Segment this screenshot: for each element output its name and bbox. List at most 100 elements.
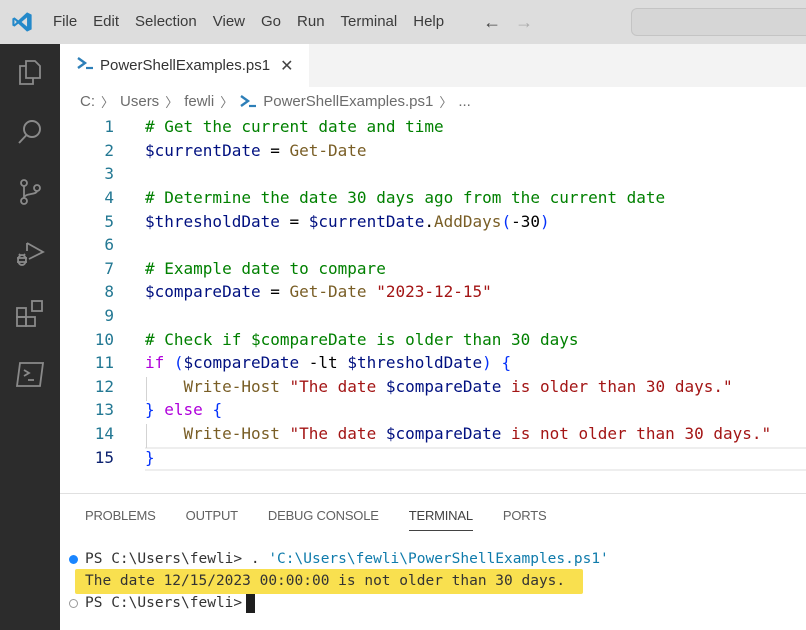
search-icon[interactable] [14, 116, 46, 148]
menu-terminal[interactable]: Terminal [333, 0, 406, 44]
tab-powershellexamples[interactable]: PowerShellExamples.ps1 ✕ [60, 44, 309, 87]
bottom-panel: PROBLEMS OUTPUT DEBUG CONSOLE TERMINAL P… [60, 493, 806, 630]
breadcrumb-item-file[interactable]: PowerShellExamples.ps1 [263, 93, 433, 110]
code-text: $compareDate = Get-Date "2023-12-15" [145, 282, 492, 301]
close-icon[interactable]: ✕ [280, 56, 293, 76]
code-token: is not older than 30 days." [501, 424, 772, 444]
code-token: "The date [289, 424, 386, 444]
line-number: 7 [104, 258, 114, 278]
menu-run[interactable]: Run [289, 0, 333, 44]
code-token: Get-Date [289, 140, 367, 160]
code-token: # Check if $compareDate is older than 30… [145, 329, 579, 349]
code-line[interactable]: 1 # Get the current date and time [60, 115, 806, 139]
line-number: 12 [94, 376, 114, 396]
code-line[interactable]: 6 [60, 233, 806, 257]
line-number: 6 [104, 235, 114, 255]
line-number: 1 [104, 117, 114, 137]
line-number: 3 [104, 164, 114, 184]
code-token: $currentDate [308, 211, 425, 231]
code-token: ( [173, 353, 184, 373]
menu-bar: File Edit Selection View Go Run Terminal… [44, 0, 452, 44]
code-line[interactable]: 8 $compareDate = Get-Date "2023-12-15" [60, 280, 806, 304]
command-success-dot-icon[interactable] [69, 554, 78, 564]
code-text: # Determine the date 30 days ago from th… [145, 188, 665, 207]
code-line[interactable]: 4 # Determine the date 30 days ago from t… [60, 186, 806, 210]
chevron-right-icon: 〉 [220, 94, 234, 110]
terminal-icon[interactable] [14, 358, 46, 390]
code-token: AddDays [434, 211, 502, 231]
code-line[interactable]: 5 $thresholdDate = $currentDate.AddDays(-… [60, 209, 806, 233]
terminal-prompt: PS C:\Users\fewli> [85, 595, 243, 611]
line-number: 11 [94, 353, 114, 373]
chevron-right-icon: 〉 [439, 94, 453, 110]
breadcrumb-item-fewli[interactable]: fewli [184, 93, 214, 110]
code-text: } else { [145, 400, 222, 419]
extensions-icon[interactable] [14, 298, 46, 330]
breadcrumb-item-symbols[interactable]: ... [458, 93, 471, 110]
breadcrumb-item-drive[interactable]: C: [80, 93, 95, 110]
line-number: 10 [94, 329, 114, 349]
code-line[interactable]: 13} else { [60, 398, 806, 422]
command-center-search[interactable] [631, 8, 806, 36]
code-token: { [501, 353, 512, 373]
code-token: } [145, 400, 155, 420]
code-token: "2023-12-15" [376, 282, 492, 302]
code-line[interactable]: 12 Write-Host "The date $compareDate is … [60, 375, 806, 399]
terminal-line: PS C:\Users\fewli> [60, 592, 256, 614]
tab-output[interactable]: OUTPUT [186, 494, 238, 538]
explorer-icon[interactable] [14, 56, 46, 88]
code-token: Write-Host [183, 376, 280, 396]
tab-problems[interactable]: PROBLEMS [85, 494, 156, 538]
code-editor[interactable]: 1 # Get the current date and time 2 $curren… [60, 115, 806, 475]
code-line[interactable]: 14 Write-Host "The date $compareDate is … [60, 422, 806, 446]
menu-go[interactable]: Go [253, 0, 289, 44]
code-token: else [164, 400, 203, 420]
menu-help[interactable]: Help [405, 0, 452, 44]
back-arrow-icon[interactable]: ← [482, 12, 502, 33]
tab-debug-console[interactable]: DEBUG CONSOLE [268, 494, 379, 538]
code-token: is older than 30 days." [501, 376, 733, 396]
run-and-debug-icon[interactable] [14, 238, 46, 270]
line-number: 15 [94, 447, 114, 467]
code-text: $thresholdDate = $currentDate.AddDays(-3… [145, 212, 550, 231]
code-token: } [145, 447, 155, 467]
tab-ports[interactable]: PORTS [503, 494, 547, 538]
code-token: = [260, 140, 290, 160]
code-token: $compareDate [145, 282, 261, 302]
tab-label: PowerShellExamples.ps1 [100, 57, 271, 74]
breadcrumb: C: 〉 Users 〉 fewli 〉 PowerShellExamples.… [60, 87, 806, 115]
menu-selection[interactable]: Selection [127, 0, 205, 44]
code-token: "The date [289, 376, 386, 396]
breadcrumb-item-users[interactable]: Users [120, 93, 159, 110]
code-text: if ($compareDate -lt $thresholdDate) { [145, 353, 511, 372]
line-number: 2 [104, 140, 114, 160]
terminal-output-text: The date 12/15/2023 00:00:00 is not olde… [85, 573, 566, 589]
menu-edit[interactable]: Edit [85, 0, 127, 44]
terminal-command-path: 'C:\Users\fewli\PowerShellExamples.ps1' [268, 551, 609, 567]
source-control-icon[interactable] [14, 176, 46, 208]
code-text: Write-Host "The date $compareDate is old… [145, 377, 733, 396]
code-line[interactable]: 7 # Example date to compare [60, 257, 806, 281]
code-token: . [424, 211, 434, 231]
code-line[interactable]: 2 $currentDate = Get-Date [60, 139, 806, 163]
terminal-line: The date 12/15/2023 00:00:00 is not olde… [85, 570, 565, 592]
code-line[interactable]: 9 [60, 304, 806, 328]
menu-view[interactable]: View [205, 0, 253, 44]
code-line[interactable]: 15} [60, 445, 806, 469]
menu-file[interactable]: File [44, 0, 85, 44]
code-line[interactable]: 10 # Check if $compareDate is older than … [60, 327, 806, 351]
tab-terminal[interactable]: TERMINAL [408, 494, 473, 538]
chevron-right-icon: 〉 [165, 94, 179, 110]
code-line[interactable]: 11 if ($compareDate -lt $thresholdDate) { [60, 351, 806, 375]
code-token: -30 [511, 211, 540, 231]
code-token: $currentDate [145, 140, 261, 160]
code-line[interactable]: 3 [60, 162, 806, 186]
title-bar: File Edit Selection View Go Run Terminal… [0, 0, 806, 44]
forward-arrow-icon[interactable]: → [514, 12, 534, 33]
